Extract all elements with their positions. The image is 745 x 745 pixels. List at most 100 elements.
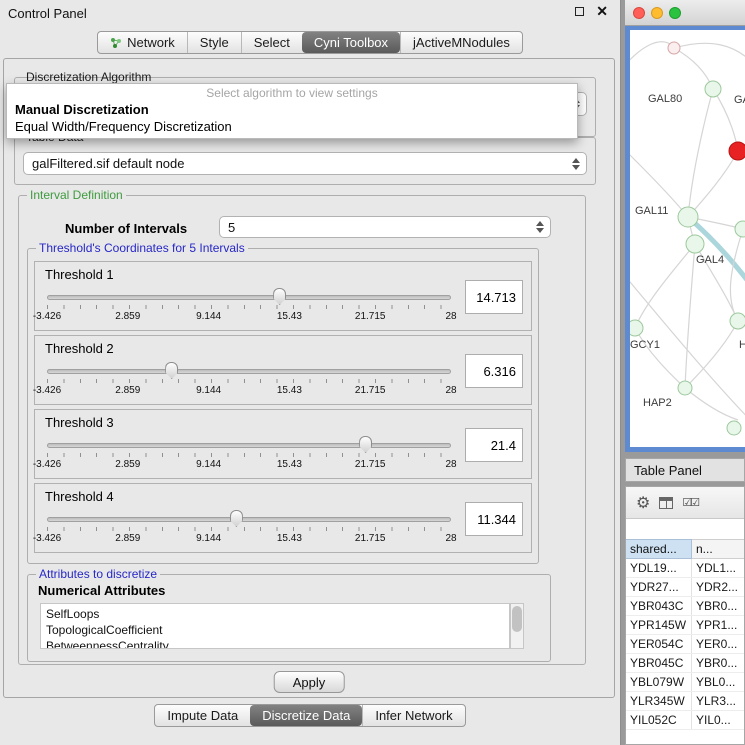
tab-infer-network[interactable]: Infer Network (362, 705, 464, 726)
tab-label: Cyni Toolbox (314, 35, 388, 50)
threshold-value-field[interactable]: 11.344 (465, 502, 523, 536)
table-cell[interactable]: YBR0... (692, 654, 744, 672)
table-row[interactable]: YIL052C YIL0... (626, 711, 744, 730)
slider-track[interactable] (47, 517, 451, 522)
network-node[interactable] (668, 42, 680, 54)
table-row[interactable]: YBR045C YBR0... (626, 654, 744, 673)
table-cell[interactable]: YDL1... (692, 559, 744, 577)
network-node[interactable] (686, 235, 704, 253)
tab-label: Impute Data (167, 708, 238, 723)
table-cell[interactable]: YBR043C (626, 597, 692, 615)
table-cell[interactable]: YBR0... (692, 597, 744, 615)
slider-scale-label: 21.715 (355, 459, 386, 470)
minimize-traffic-light[interactable] (651, 7, 663, 19)
network-node[interactable] (678, 381, 692, 395)
network-node[interactable] (729, 142, 745, 160)
network-edge[interactable] (688, 151, 738, 217)
table-cell[interactable]: YDL19... (626, 559, 692, 577)
threshold-value-field[interactable]: 21.4 (465, 428, 523, 462)
table-row[interactable]: YBL079W YBL0... (626, 673, 744, 692)
control-panel: Control Panel ✕ Network Style Select (0, 0, 621, 745)
tab-impute-data[interactable]: Impute Data (155, 705, 250, 726)
table-cell[interactable]: YBR045C (626, 654, 692, 672)
attribute-list-item[interactable]: BetweennessCentrality (41, 638, 509, 649)
network-edge[interactable] (685, 244, 695, 388)
table-row[interactable]: YDL19... YDL1... (626, 559, 744, 578)
close-icon[interactable]: ✕ (596, 6, 608, 16)
table-cell[interactable]: YBL0... (692, 673, 744, 691)
algorithm-option[interactable]: Equal Width/Frequency Discretization (7, 118, 577, 135)
slider-scale-label: 28 (445, 385, 456, 396)
table-cell[interactable]: YPR1... (692, 616, 744, 634)
threshold-value-field[interactable]: 6.316 (465, 354, 523, 388)
table-cell[interactable]: YLR3... (692, 692, 744, 710)
tab-label: Style (200, 35, 229, 50)
gear-icon[interactable]: ⚙ (636, 493, 650, 513)
tab-cyni-toolbox[interactable]: Cyni Toolbox (302, 32, 400, 53)
network-canvas[interactable]: GAL80GAL11GAL4GCY1HAP2GAH (630, 30, 745, 447)
number-of-intervals-combobox[interactable]: 5 (219, 216, 551, 238)
tab-style[interactable]: Style (187, 32, 241, 53)
column-header[interactable]: shared... (626, 539, 692, 559)
zoom-traffic-light[interactable] (669, 7, 681, 19)
slider-scale-label: -3.426 (33, 459, 61, 470)
tab-discretize-data[interactable]: Discretize Data (250, 705, 362, 726)
attribute-list-item[interactable]: TopologicalCoefficient (41, 622, 509, 638)
tab-network[interactable]: Network (98, 32, 187, 53)
attributes-scrollbar[interactable] (510, 603, 524, 649)
network-edge[interactable] (685, 388, 738, 420)
table-cell[interactable]: YDR27... (626, 578, 692, 596)
network-node[interactable] (730, 313, 745, 329)
table-cell[interactable]: YER054C (626, 635, 692, 653)
slider-scale-label: 2.859 (115, 459, 140, 470)
table-data-combobox[interactable]: galFiltered.sif default node (23, 152, 587, 175)
network-node[interactable] (630, 320, 643, 336)
table-cell[interactable]: YLR345W (626, 692, 692, 710)
table-row[interactable]: YDR27... YDR2... (626, 578, 744, 597)
slider-track[interactable] (47, 295, 451, 300)
scrollbar-thumb[interactable] (512, 606, 522, 632)
slider-handle[interactable] (230, 510, 243, 527)
columns-icon[interactable] (659, 497, 673, 509)
attribute-list-item[interactable]: SelfLoops (41, 606, 509, 622)
table-row[interactable]: YER054C YER0... (626, 635, 744, 654)
slider-handle[interactable] (165, 362, 178, 379)
control-panel-titlebar: Control Panel ✕ (0, 0, 620, 28)
network-edge[interactable] (635, 328, 685, 388)
slider-handle[interactable] (273, 288, 286, 305)
table-panel-header[interactable]: Table Panel (625, 458, 745, 482)
slider-track[interactable] (47, 369, 451, 374)
float-window-icon[interactable] (575, 7, 584, 16)
network-edge[interactable] (635, 244, 695, 328)
table-cell[interactable]: YBL079W (626, 673, 692, 691)
right-column: GAL80GAL11GAL4GCY1HAP2GAH Table Panel ⚙ … (621, 0, 745, 745)
table-row[interactable]: YBR043C YBR0... (626, 597, 744, 616)
table-cell[interactable]: YIL052C (626, 711, 692, 729)
tab-jactivemnodules[interactable]: jActiveMNodules (400, 32, 522, 53)
close-traffic-light[interactable] (633, 7, 645, 19)
slider-scale: -3.4262.8599.14415.4321.71528 (47, 311, 451, 323)
network-node[interactable] (735, 221, 745, 237)
tab-label: jActiveMNodules (413, 35, 510, 50)
threshold-value-field[interactable]: 14.713 (465, 280, 523, 314)
table-cell[interactable]: YPR145W (626, 616, 692, 634)
network-edge[interactable] (688, 89, 713, 217)
network-node[interactable] (705, 81, 721, 97)
network-node[interactable] (727, 421, 741, 435)
table-cell[interactable]: YDR2... (692, 578, 744, 596)
table-row[interactable]: YLR345W YLR3... (626, 692, 744, 711)
network-edge[interactable] (630, 42, 674, 85)
table-cell[interactable]: YER0... (692, 635, 744, 653)
select-columns-icon[interactable]: ☑☑ (682, 496, 698, 509)
network-node[interactable] (678, 207, 698, 227)
tab-select[interactable]: Select (241, 32, 302, 53)
attributes-list[interactable]: SelfLoops TopologicalCoefficient Between… (40, 603, 510, 649)
algorithm-option[interactable]: Manual Discretization (7, 101, 577, 118)
slider-track[interactable] (47, 443, 451, 448)
apply-button[interactable]: Apply (274, 671, 345, 693)
column-header[interactable]: n... (692, 539, 744, 559)
table-row[interactable]: YPR145W YPR1... (626, 616, 744, 635)
network-window-titlebar[interactable] (625, 0, 745, 26)
slider-handle[interactable] (359, 436, 372, 453)
table-cell[interactable]: YIL0... (692, 711, 744, 729)
